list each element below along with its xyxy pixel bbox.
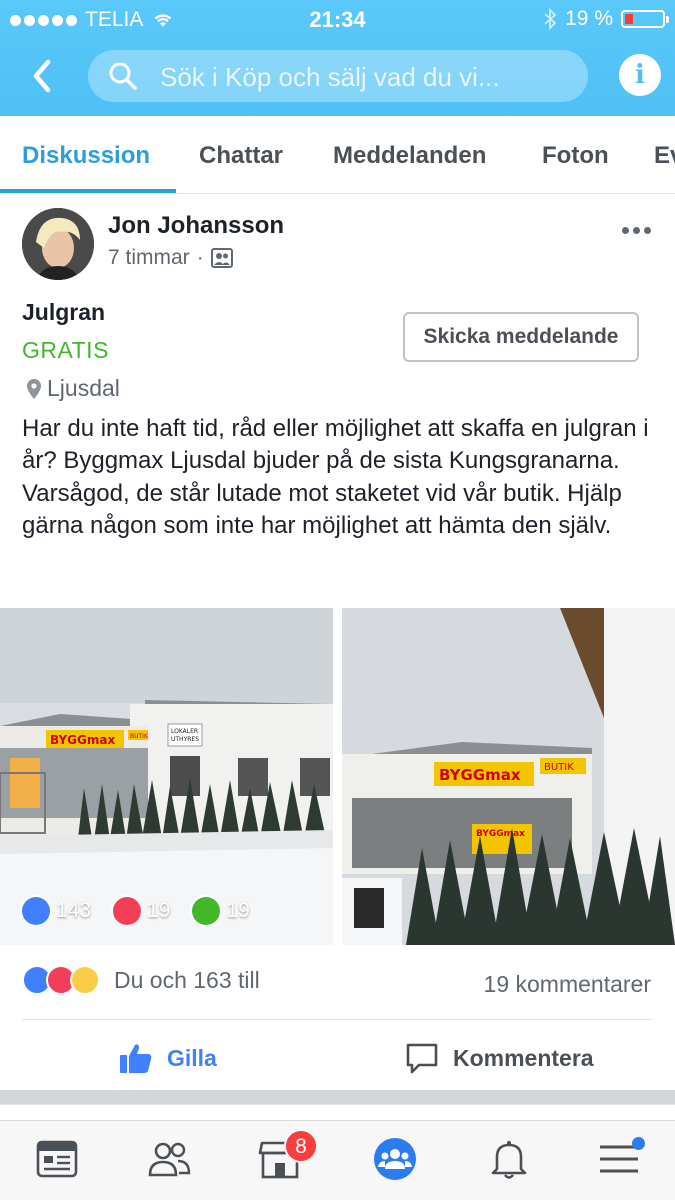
tab-diskussion[interactable]: Diskussion	[22, 142, 150, 170]
more-options-icon[interactable]	[622, 227, 651, 234]
love-count-icon	[113, 897, 142, 925]
comments-count-link[interactable]: 19 kommentarer	[484, 971, 651, 998]
reaction-summary[interactable]: Du och 163 till	[22, 965, 260, 995]
photo1-uthyres-sign: UTHYRES	[171, 736, 199, 743]
friends-icon[interactable]	[147, 1137, 191, 1181]
bluetooth-icon	[544, 8, 557, 30]
notifications-bell-icon[interactable]	[487, 1137, 531, 1181]
photo2-butik-sign: BUTIK	[544, 762, 574, 773]
search-icon	[109, 62, 137, 90]
comment-bubble-icon	[406, 1043, 438, 1074]
group-privacy-icon	[210, 248, 233, 268]
battery-percent: 19 %	[565, 7, 613, 30]
photo-love-count: 19	[147, 899, 171, 922]
bottom-nav: 8	[0, 1120, 675, 1200]
search-placeholder: Sök i Köp och sälj vad du vi...	[160, 62, 500, 92]
listing-photo-1[interactable]: BYGGmax BUTIK LOKALER UTHYRES 143 19 19	[0, 608, 333, 945]
active-tab-indicator	[0, 189, 176, 193]
news-feed-icon[interactable]	[35, 1137, 79, 1181]
photo2-store-sign: BYGGmax	[439, 766, 521, 784]
listing-description: Har du inte haft tid, råd eller möjlighe…	[22, 415, 649, 540]
comment-button-label: Kommentera	[453, 1044, 594, 1071]
battery-icon	[621, 10, 669, 28]
tab-evenemang[interactable]: Ev	[654, 142, 675, 170]
groups-icon[interactable]	[373, 1137, 417, 1181]
comment-count-icon	[192, 897, 221, 925]
author-name[interactable]: Jon Johansson	[108, 212, 284, 240]
reaction-text: Du och 163 till	[114, 966, 260, 993]
send-message-button[interactable]: Skicka meddelande	[403, 312, 639, 362]
info-icon[interactable]: i	[619, 54, 661, 96]
tab-meddelanden[interactable]: Meddelanden	[333, 142, 486, 170]
photo-like-count: 143	[56, 899, 92, 922]
photo-engagement-counts: 143 19 19	[22, 897, 250, 925]
photo-comment-count: 19	[226, 899, 250, 922]
search-input[interactable]: Sök i Köp och sälj vad du vi...	[88, 50, 588, 102]
thumbs-up-icon	[120, 1044, 152, 1073]
listing-price: GRATIS	[22, 337, 109, 363]
like-button[interactable]: Gilla	[119, 1033, 217, 1083]
photo2-small-store-sign: BYGGmax	[476, 829, 525, 839]
divider	[22, 1019, 653, 1020]
comment-button[interactable]: Kommentera	[405, 1033, 594, 1083]
meta-separator: ·	[196, 246, 204, 269]
status-bar: TELIA 21:34 19 %	[0, 0, 675, 38]
listing-location: Ljusdal	[26, 375, 120, 402]
post-meta: 7 timmar ·	[108, 246, 233, 270]
menu-notification-dot	[632, 1137, 645, 1150]
location-pin-icon	[27, 378, 41, 399]
listing-photo-2[interactable]: BYGGmax BUTIK BYGGmax	[342, 608, 675, 945]
marketplace-badge: 8	[284, 1129, 318, 1163]
photo1-butik-sign: BUTIK	[130, 733, 149, 740]
feed-separator	[0, 1090, 675, 1104]
location-label: Ljusdal	[47, 375, 120, 401]
back-chevron-icon[interactable]	[28, 58, 56, 94]
tab-chattar[interactable]: Chattar	[199, 142, 283, 170]
photo1-store-sign: BYGGmax	[50, 733, 115, 747]
wow-reaction-icon	[70, 965, 100, 995]
photo1-lokaler-sign: LOKALER	[171, 728, 198, 735]
like-count-icon	[22, 897, 50, 925]
listing-title: Julgran	[22, 299, 106, 325]
avatar[interactable]	[22, 208, 94, 280]
top-bar: TELIA 21:34 19 % Sök i Köp och sälj vad …	[0, 0, 675, 116]
like-button-label: Gilla	[167, 1044, 217, 1071]
tab-bar: Diskussion Chattar Meddelanden Foton Ev	[0, 116, 675, 194]
tab-foton[interactable]: Foton	[542, 142, 609, 170]
post-time: 7 timmar	[108, 246, 190, 269]
next-post-edge	[0, 1104, 675, 1118]
